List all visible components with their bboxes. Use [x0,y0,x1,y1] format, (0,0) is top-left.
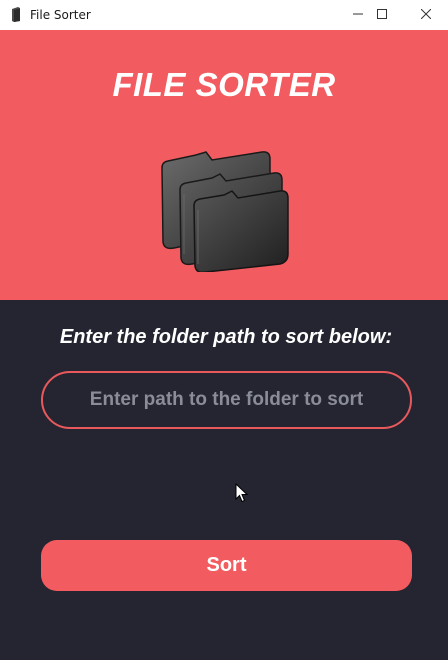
folder-path-prompt: Enter the folder path to sort below: [59,326,393,348]
folder-stack-icon [158,150,290,274]
app-title: FILE SORTER [112,66,336,103]
title-bar[interactable]: File Sorter [0,0,448,30]
folder-path-input[interactable] [41,371,412,429]
maximize-button[interactable] [359,0,405,30]
mouse-cursor-icon [235,482,249,503]
maximize-icon [377,6,387,24]
app-window: File Sorter FILE SORTER Enter the folder… [0,0,448,660]
close-button[interactable] [403,0,448,30]
close-icon [420,6,432,24]
header-banner: FILE SORTER [0,30,448,300]
folder-icon [10,7,22,22]
main-panel: Enter the folder path to sort below: Sor… [0,300,448,660]
window-title: File Sorter [30,8,91,22]
sort-button[interactable]: Sort [41,540,412,591]
